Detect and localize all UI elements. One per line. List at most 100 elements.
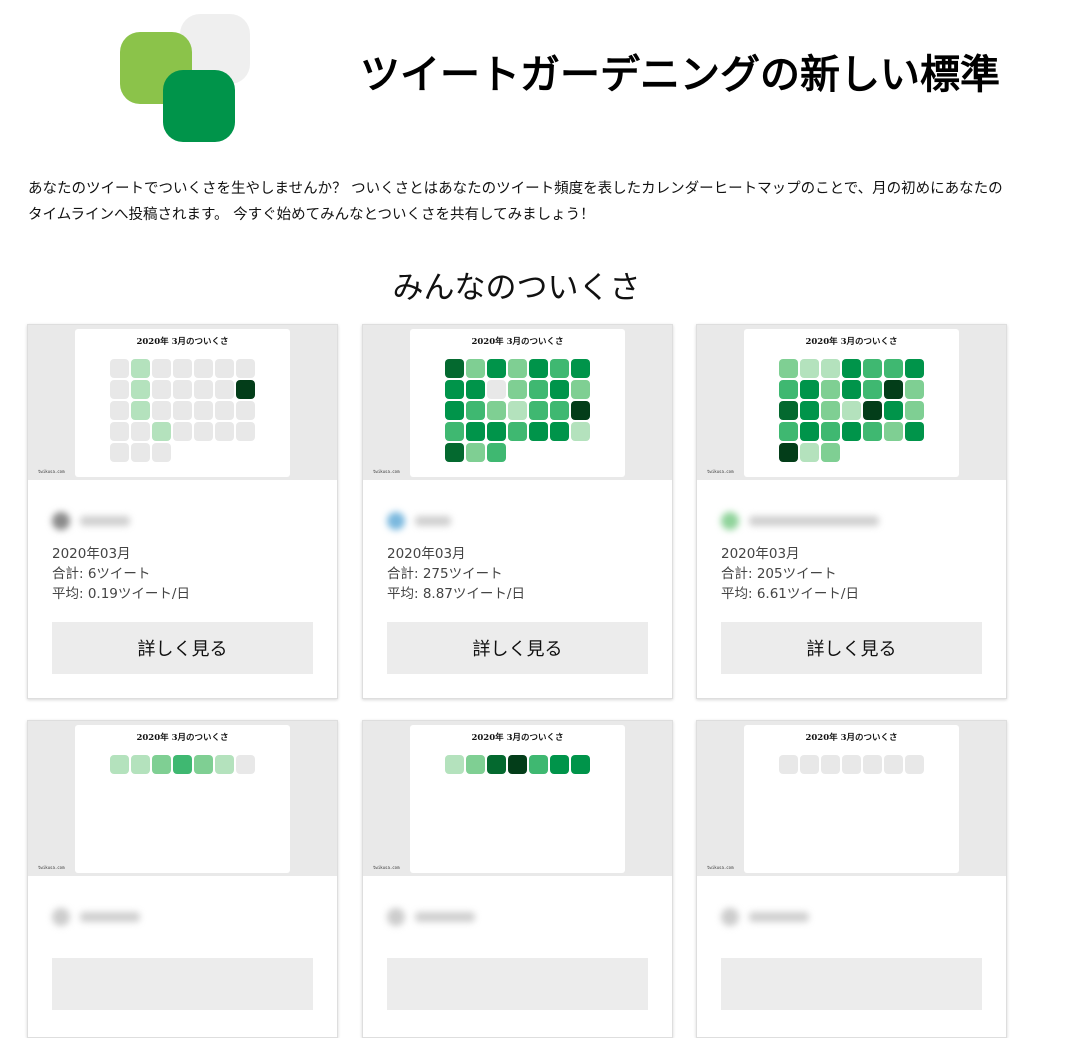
heatmap-day-cell — [529, 401, 548, 420]
heatmap-day-cell — [173, 401, 192, 420]
heatmap-day-cell — [529, 359, 548, 378]
heatmap-day-cell — [779, 380, 798, 399]
user-info[interactable] — [387, 506, 648, 536]
heatmap-watermark: twikusa.com — [707, 865, 734, 870]
heatmap-day-cell — [800, 443, 819, 462]
heatmap-day-cell — [842, 359, 861, 378]
heatmap-day-cell — [571, 422, 590, 441]
heatmap-image: 2020年 3月のついくさ — [410, 329, 625, 477]
heatmap-day-cell — [842, 422, 861, 441]
heatmap-day-cell — [131, 359, 150, 378]
heatmap-day-cell — [800, 380, 819, 399]
heatmap-title: 2020年 3月のついくさ — [471, 733, 564, 743]
heatmap-day-cell — [445, 380, 464, 399]
view-details-button[interactable]: 詳しく見る — [387, 622, 648, 674]
user-info[interactable] — [52, 902, 313, 932]
view-details-button[interactable] — [721, 958, 982, 1010]
heatmap-day-cell — [800, 422, 819, 441]
heatmap-day-cell — [236, 401, 255, 420]
heatmap-image: 2020年 3月のついくさ — [75, 329, 290, 477]
stat-average: 平均: 8.87ツイート/日 — [387, 586, 525, 602]
heatmap-day-cell — [131, 443, 150, 462]
heatmap-day-cell — [800, 359, 819, 378]
heatmap-day-cell — [905, 359, 924, 378]
view-details-button[interactable] — [387, 958, 648, 1010]
heatmap-day-cell — [905, 380, 924, 399]
heatmap-day-cell — [571, 359, 590, 378]
card-body: 2020年03月 合計: 6ツイート 平均: 0.19ツイート/日 詳しく見る — [28, 480, 337, 698]
view-details-button[interactable]: 詳しく見る — [721, 622, 982, 674]
heatmap-day-cell — [110, 443, 129, 462]
heatmap-day-cell — [466, 359, 485, 378]
heatmap-day-cell — [550, 422, 569, 441]
heatmap-thumbnail[interactable]: 2020年 3月のついくさ twikusa.com — [363, 721, 672, 876]
heatmap-day-cell — [508, 359, 527, 378]
page-title: ツイートガーデニングの新しい標準 — [360, 52, 1000, 98]
heatmap-day-cell — [152, 380, 171, 399]
heatmap-day-cell — [194, 401, 213, 420]
heatmap-watermark: twikusa.com — [38, 865, 65, 870]
stat-average: 平均: 6.61ツイート/日 — [721, 586, 859, 602]
heatmap-day-cell — [508, 401, 527, 420]
heatmap-day-cell — [152, 359, 171, 378]
view-details-button[interactable]: 詳しく見る — [52, 622, 313, 674]
section-title: みんなのついくさ — [392, 270, 641, 306]
heatmap-thumbnail[interactable]: 2020年 3月のついくさ twikusa.com — [363, 325, 672, 480]
heatmap-day-cell — [152, 401, 171, 420]
heatmap-day-cell — [863, 380, 882, 399]
stat-month: 2020年03月 — [721, 546, 800, 562]
heatmap-day-cell — [508, 422, 527, 441]
heatmap-day-cell — [487, 443, 506, 462]
heatmap-day-cell — [884, 401, 903, 420]
tweet-card: 2020年 3月のついくさ twikusa.com — [27, 720, 338, 1038]
heatmap-day-cell — [152, 422, 171, 441]
heatmap-day-cell — [884, 422, 903, 441]
heatmap-grid — [110, 359, 260, 462]
user-info[interactable] — [387, 902, 648, 932]
user-info[interactable] — [52, 506, 313, 536]
heatmap-image: 2020年 3月のついくさ — [75, 725, 290, 873]
site-logo[interactable] — [120, 14, 250, 142]
heatmap-day-cell — [779, 359, 798, 378]
stat-month: 2020年03月 — [52, 546, 131, 562]
heatmap-day-cell — [487, 422, 506, 441]
tweet-card: 2020年 3月のついくさ twikusa.com 2020年03月 合計: 275ツ… — [362, 324, 673, 699]
user-info[interactable] — [721, 902, 982, 932]
heatmap-day-cell — [571, 401, 590, 420]
heatmap-day-cell — [779, 443, 798, 462]
heatmap-day-cell — [863, 401, 882, 420]
heatmap-thumbnail[interactable]: 2020年 3月のついくさ twikusa.com — [697, 325, 1006, 480]
heatmap-thumbnail[interactable]: 2020年 3月のついくさ twikusa.com — [28, 721, 337, 876]
avatar — [52, 512, 70, 530]
card-body: 2020年03月 合計: 275ツイート 平均: 8.87ツイート/日 詳しく見る — [363, 480, 672, 698]
user-name-blurred — [749, 516, 879, 526]
heatmap-day-cell — [445, 443, 464, 462]
heatmap-day-cell — [131, 380, 150, 399]
avatar — [387, 512, 405, 530]
heatmap-day-cell — [779, 401, 798, 420]
stat-month: 2020年03月 — [387, 546, 466, 562]
heatmap-day-cell — [194, 359, 213, 378]
heatmap-day-cell — [487, 380, 506, 399]
heatmap-day-cell — [571, 380, 590, 399]
heatmap-thumbnail[interactable]: 2020年 3月のついくさ twikusa.com — [28, 325, 337, 480]
heatmap-thumbnail[interactable]: 2020年 3月のついくさ twikusa.com — [697, 721, 1006, 876]
view-details-button[interactable] — [52, 958, 313, 1010]
user-name-blurred — [80, 912, 140, 922]
user-info[interactable] — [721, 506, 982, 536]
heatmap-day-cell — [131, 422, 150, 441]
heatmap-day-cell — [194, 422, 213, 441]
heatmap-watermark: twikusa.com — [38, 469, 65, 474]
heatmap-day-cell — [236, 359, 255, 378]
heatmap-title: 2020年 3月のついくさ — [136, 733, 229, 743]
avatar — [721, 908, 739, 926]
avatar — [721, 512, 739, 530]
heatmap-day-cell — [905, 401, 924, 420]
heatmap-day-cell — [529, 422, 548, 441]
heatmap-day-cell — [131, 401, 150, 420]
heatmap-day-cell — [110, 401, 129, 420]
tweet-card: 2020年 3月のついくさ twikusa.com — [362, 720, 673, 1038]
tweet-card: 2020年 3月のついくさ twikusa.com 2020年03月 合計: 6ツイー… — [27, 324, 338, 699]
heatmap-day-cell — [842, 380, 861, 399]
heatmap-grid — [779, 359, 929, 462]
